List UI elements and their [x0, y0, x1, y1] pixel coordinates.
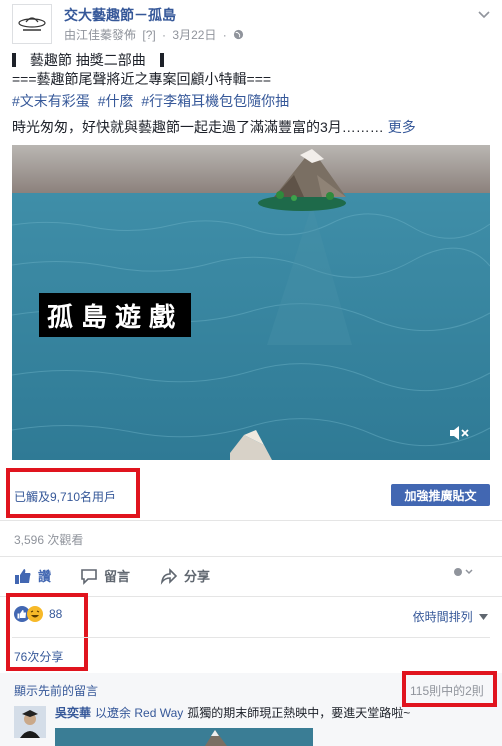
shares-link[interactable]: 76次分享 [14, 648, 63, 665]
reaction-settings-button[interactable] [452, 566, 480, 578]
sort-caret-icon [479, 614, 488, 620]
page-avatar[interactable] [12, 4, 52, 44]
comment-button[interactable]: 留言 [80, 566, 130, 585]
post-date-link[interactable]: 3月22日 [172, 28, 216, 42]
commenter-identity-link[interactable]: 以遼余 Red Way [95, 706, 183, 720]
globe-icon [233, 28, 244, 42]
hashtag-link[interactable]: #行李箱耳機包包隨你抽 [141, 93, 289, 109]
hashtag-link[interactable]: #什麽 [98, 93, 134, 109]
like-label: 讚 [38, 569, 52, 584]
share-label: 分享 [184, 569, 211, 584]
reaction-count: 88 [49, 607, 63, 621]
post-subtitle: ===藝趣節尾聲將近之專案回顧小特輯=== [12, 71, 272, 87]
thumbs-up-icon [15, 568, 31, 584]
divider [12, 637, 490, 638]
chevron-down-icon[interactable] [478, 8, 490, 22]
commenter-name-link[interactable]: 吳奕華 [55, 706, 91, 720]
divider [0, 520, 502, 521]
title-bar-left [12, 53, 16, 67]
share-arrow-icon [160, 567, 178, 585]
video-title-overlay: 孤島遊戲 [39, 293, 191, 337]
post-header: 交大藝趣節－孤島 由江佳蓁發佈 [?] · 3月22日 · [12, 4, 492, 44]
comment-text: 孤獨的期末師現正熱映中，要進天堂路啦~ [187, 706, 411, 720]
see-more-link[interactable]: 更多 [388, 119, 416, 135]
post-title: 藝趣節 抽獎二部曲 [12, 50, 164, 70]
audience-selector-icon [454, 568, 473, 576]
comment-label: 留言 [104, 569, 131, 584]
comment-attachment-thumbnail[interactable] [55, 728, 313, 746]
hashtag-list: #文末有彩蛋 #什麽 #行李箱耳機包包隨你抽 [12, 91, 293, 111]
boost-post-button[interactable]: 加強推廣貼文 [391, 484, 490, 506]
sort-label: 依時間排列 [412, 610, 473, 624]
posted-by: 由江佳蓁發佈 [64, 28, 137, 42]
info-badge: [?] [142, 28, 156, 42]
page-name-link[interactable]: 交大藝趣節－孤島 [64, 5, 176, 25]
action-bar: 讚 留言 分享 [0, 560, 502, 596]
hashtag-link[interactable]: #文末有彩蛋 [12, 93, 90, 109]
comment-bubble-icon [81, 568, 97, 585]
title-bar-right [159, 53, 164, 67]
post-title-text: 藝趣節 抽獎二部曲 [29, 52, 146, 68]
post-meta: 由江佳蓁發佈 [?] · 3月22日 · [64, 26, 247, 43]
separator-dot: · [222, 28, 227, 42]
post-body-text: 時光匆匆，好快就與藝趣節一起走過了滿滿豐富的3月……… [12, 119, 384, 135]
comment-item: 吳奕華 以遼余 Red Way 孤獨的期末師現正熱映中，要進天堂路啦~ [55, 704, 410, 721]
haha-reaction-icon [27, 606, 43, 622]
comment-count: 115則中的2則 [410, 684, 484, 698]
sort-comments-dropdown[interactable]: 依時間排列 [413, 608, 488, 625]
post-body: 時光匆匆，好快就與藝趣節一起走過了滿滿豐富的3月……… 更多 [12, 117, 416, 137]
reaction-summary[interactable]: 88 [14, 606, 62, 622]
mute-icon[interactable] [449, 425, 471, 441]
divider [0, 556, 502, 557]
facebook-post: 交大藝趣節－孤島 由江佳蓁發佈 [?] · 3月22日 · 藝趣節 抽獎二部曲 … [0, 0, 502, 746]
comment-thumbnail-image [55, 728, 313, 746]
page-logo-icon [18, 17, 46, 31]
view-previous-comments-link[interactable]: 顯示先前的留言 [14, 682, 98, 699]
avatar-graduate-icon [14, 706, 46, 738]
view-count: 3,596 次觀看 [14, 533, 84, 547]
share-button[interactable]: 分享 [160, 566, 210, 585]
reach-link[interactable]: 已觸及9,710名用戶 [14, 488, 116, 505]
like-button[interactable]: 讚 [14, 566, 51, 585]
commenter-avatar[interactable] [14, 706, 46, 738]
video-player[interactable]: 孤島遊戲 [12, 145, 490, 460]
separator-dot: · [162, 28, 167, 42]
